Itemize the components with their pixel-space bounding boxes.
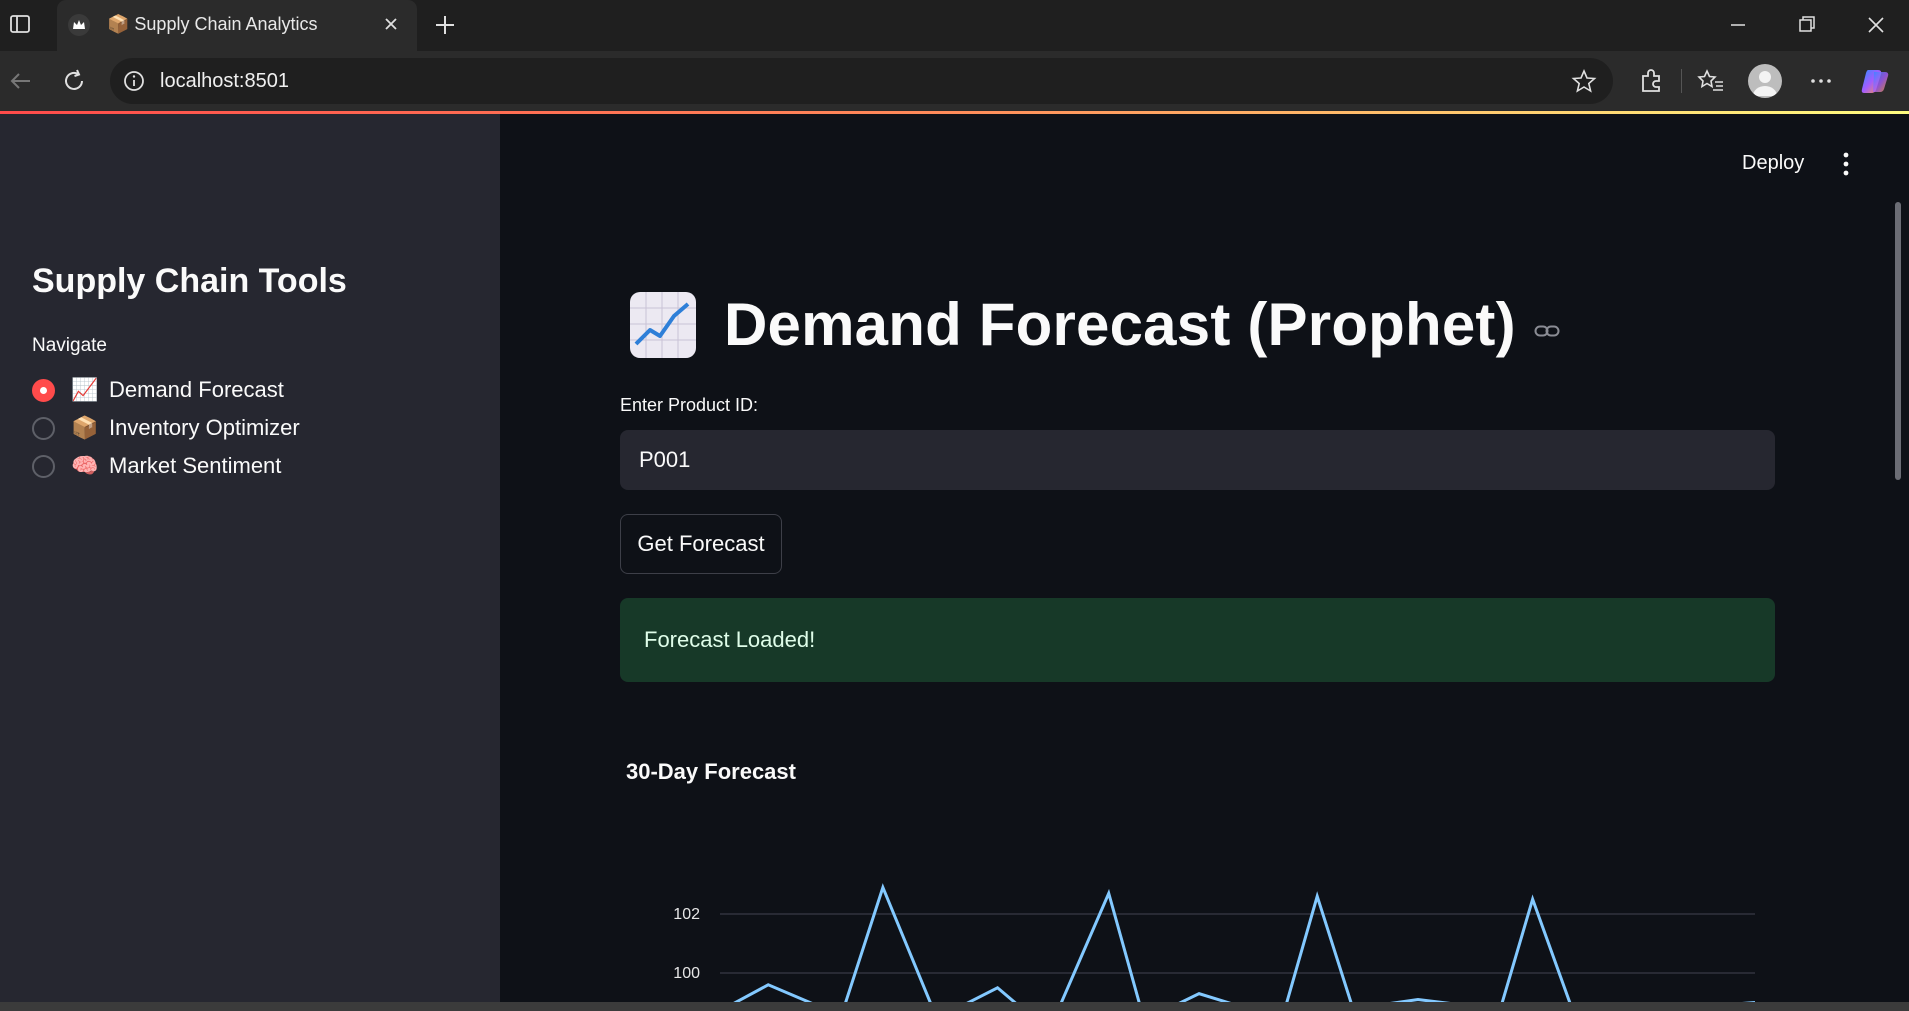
toolbar-divider	[1681, 69, 1682, 93]
radio-unselected[interactable]	[32, 454, 55, 478]
anchor-link-icon[interactable]	[1534, 322, 1560, 340]
browser-toolbar: localhost:8501	[0, 51, 1909, 111]
scrollbar-thumb[interactable]	[1895, 202, 1901, 480]
get-forecast-button[interactable]: Get Forecast	[620, 514, 782, 574]
radio-unselected[interactable]	[32, 416, 55, 440]
chart-title: 30-Day Forecast	[626, 759, 796, 784]
nav-option-demand-forecast[interactable]: 📈 Demand Forecast	[32, 375, 284, 405]
back-arrow-icon[interactable]	[4, 65, 36, 97]
nav-option-inventory-optimizer[interactable]: 📦 Inventory Optimizer	[32, 413, 300, 443]
page-title: Demand Forecast (Prophet)	[724, 291, 1516, 358]
extensions-icon[interactable]	[1634, 64, 1668, 98]
navigate-label: Navigate	[32, 335, 107, 356]
deploy-button[interactable]: Deploy	[1742, 152, 1804, 175]
more-options-icon[interactable]	[1804, 64, 1838, 98]
address-bar[interactable]: localhost:8501	[110, 58, 1613, 104]
nav-option-label: Inventory Optimizer	[109, 415, 300, 440]
favorite-star-icon[interactable]	[1571, 68, 1597, 94]
nav-option-label: Demand Forecast	[109, 377, 284, 402]
site-info-icon[interactable]	[122, 69, 146, 93]
window-bottom-edge	[0, 1002, 1909, 1011]
streamlit-crown-icon	[68, 14, 90, 36]
chart-increasing-icon	[630, 292, 696, 358]
profile-avatar[interactable]	[1748, 64, 1782, 98]
copilot-icon[interactable]	[1858, 64, 1892, 98]
close-window-icon[interactable]	[1856, 10, 1896, 40]
nav-option-market-sentiment[interactable]: 🧠 Market Sentiment	[32, 451, 281, 481]
sidebar-title: Supply Chain Tools	[32, 262, 347, 300]
restore-icon[interactable]	[1786, 10, 1826, 40]
close-tab-icon[interactable]	[379, 12, 403, 36]
main-menu-icon[interactable]	[1836, 150, 1856, 178]
product-id-input[interactable]	[620, 430, 1775, 490]
success-alert: Forecast Loaded!	[620, 598, 1775, 682]
success-message: Forecast Loaded!	[644, 627, 816, 652]
nav-option-label: Market Sentiment	[109, 453, 282, 478]
new-tab-icon[interactable]	[430, 10, 460, 40]
browser-tab[interactable]: 📦 Supply Chain Analytics	[57, 0, 417, 51]
radio-selected[interactable]	[32, 378, 55, 402]
y-tick-label: 100	[673, 965, 700, 982]
refresh-icon[interactable]	[58, 65, 90, 97]
url-text: localhost:8501	[160, 70, 289, 92]
package-icon: 📦	[71, 415, 99, 440]
tab-actions-icon[interactable]	[8, 12, 32, 36]
minimize-icon[interactable]	[1718, 10, 1758, 40]
main-content: Deploy Demand Forecast (Prophet) Enter P…	[500, 114, 1909, 1002]
y-tick-label: 102	[673, 906, 700, 923]
sidebar	[0, 114, 500, 1002]
chart-increasing-icon: 📈	[71, 377, 99, 402]
brain-icon: 🧠	[71, 453, 99, 478]
forecast-series-line	[733, 883, 1755, 1002]
browser-tab-bar: 📦 Supply Chain Analytics	[0, 0, 1909, 51]
tab-title: 📦 Supply Chain Analytics	[107, 14, 318, 34]
forecast-line-chart: 100 102	[673, 883, 1755, 1002]
favorites-icon[interactable]	[1694, 64, 1728, 98]
product-id-label: Enter Product ID:	[620, 395, 759, 415]
